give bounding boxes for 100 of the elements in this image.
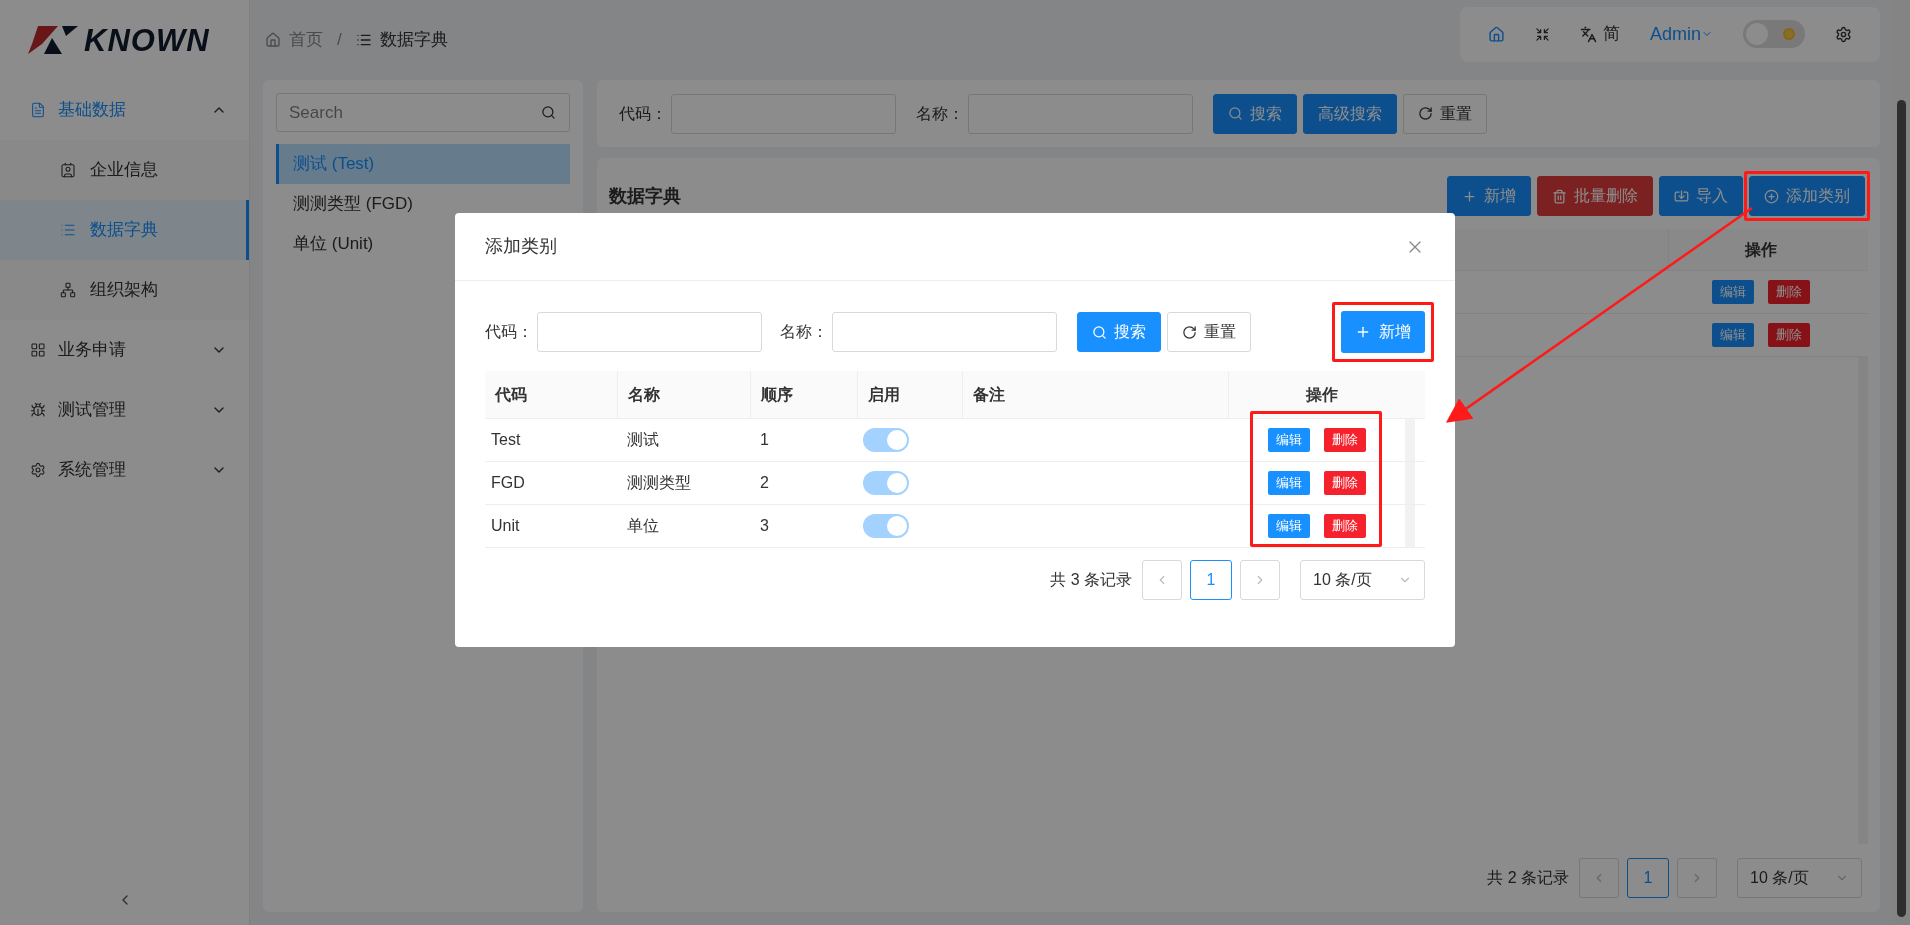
tree-item[interactable]: 测试 (Test) [276,144,570,184]
edit-button[interactable]: 编辑 [1711,323,1754,347]
enable-switch[interactable] [863,471,909,495]
breadcrumb-item[interactable]: 首页 [265,27,323,53]
page-button[interactable]: 1 [1627,858,1669,898]
panel-title: 数据字典 [609,184,681,208]
action-button[interactable]: 导入 [1659,176,1743,216]
input-field[interactable] [537,312,762,352]
reset-icon [1418,106,1433,121]
fullscreen-button[interactable] [1534,26,1550,42]
next-page-button[interactable] [1240,560,1280,600]
menu-item[interactable]: 测试管理 [0,380,249,440]
edit-button[interactable]: 编辑 [1267,471,1310,495]
logo-mark-icon [28,26,80,54]
table-cell-text: Unit [490,516,521,536]
search-field[interactable]: Search [276,93,570,132]
action-button[interactable]: 批量删除 [1537,176,1653,216]
prev-page-button[interactable] [1142,560,1182,600]
search-button[interactable]: 搜索 [1077,312,1161,352]
column-header: 名称 [617,371,750,418]
reset-icon [1182,324,1197,340]
plus-icon [1462,188,1477,204]
user-menu[interactable]: Admin [1649,20,1713,48]
document-icon [30,102,46,118]
breadcrumb-item: 数据字典 [355,27,448,53]
delete-button[interactable]: 删除 [1323,514,1366,538]
delete-button[interactable]: 删除 [1767,323,1810,347]
column-header: 操作 [1668,229,1853,270]
edit-button[interactable]: 编辑 [1267,514,1310,538]
home-button[interactable] [1487,25,1505,43]
home-icon [1487,25,1505,43]
page-size-select[interactable]: 10 条/页 [1737,858,1862,898]
action-button[interactable]: 添加类别 [1749,176,1865,216]
sun-icon [1781,26,1797,42]
theme-switch[interactable] [1743,20,1805,48]
id-card-icon [60,162,76,178]
menu-item[interactable]: 业务申请 [0,320,249,380]
edit-button[interactable]: 编辑 [1711,280,1754,304]
edit-button[interactable]: 编辑 [1267,428,1310,452]
plus-circle-icon [1764,188,1779,204]
delete-button[interactable]: 删除 [1323,471,1366,495]
search-icon [541,105,556,120]
delete-button[interactable]: 删除 [1323,428,1366,452]
search-icon [1092,324,1107,340]
total-count: 共 2 条记录 [1487,868,1569,888]
network-icon [60,282,76,298]
plus-icon [1355,324,1371,340]
field-label: 名称： [780,322,828,342]
grid-icon [30,342,46,358]
table-cell-text: Test [490,430,522,450]
dialog-title: 添加类别 [485,235,557,258]
page-size-select[interactable]: 10 条/页 [1300,560,1425,600]
field-label: 代码： [619,103,667,124]
shrink-icon [1534,26,1550,42]
submenu-item[interactable]: 组织架构 [0,260,249,320]
input-field[interactable] [832,312,1057,352]
home-icon [265,32,281,48]
delete-button[interactable]: 删除 [1767,280,1810,304]
list-icon [355,32,372,48]
prev-page-button[interactable] [1579,858,1619,898]
next-page-button[interactable] [1677,858,1717,898]
reset-button[interactable]: 重置 [1403,93,1487,134]
import-icon [1674,188,1689,204]
trash-icon [1552,188,1567,204]
table-cell-text: 3 [759,516,770,536]
column-header: 备注 [962,371,1228,418]
menu-item[interactable]: 系统管理 [0,440,249,500]
table-cell-text: 单位 [626,516,660,536]
field-label: 代码： [485,322,533,342]
table-cell-text: 1 [759,430,770,450]
table-cell-text: FGD [490,473,526,493]
settings-button[interactable] [1835,25,1852,43]
enable-switch[interactable] [863,514,909,538]
field-label: 名称： [916,103,964,124]
bug-icon [30,402,46,418]
tree-item[interactable]: 测测类型 (FGD) [276,184,570,224]
column-header: 代码 [493,384,528,405]
table-cell-text: 测测类型 [626,473,692,493]
page-button[interactable]: 1 [1190,560,1232,600]
column-header: 顺序 [750,371,857,418]
table-cell-text: 测试 [626,430,660,450]
submenu-item[interactable]: 数据字典 [0,200,249,260]
enable-switch[interactable] [863,428,909,452]
table-cell-text: 2 [759,473,770,493]
menu-item[interactable]: 基础数据 [0,80,249,140]
action-button[interactable]: 高级搜索 [1303,93,1397,134]
add-button[interactable]: 新增 [1341,311,1425,353]
settings-icon [30,462,46,478]
action-button[interactable]: 新增 [1447,176,1531,216]
translate-icon [1579,25,1597,43]
settings-icon [1835,25,1852,43]
logo-text: KNOWN [84,24,210,56]
language-button[interactable]: 简 [1579,21,1620,47]
submenu-item[interactable]: 企业信息 [0,140,249,200]
search-button[interactable]: 搜索 [1213,93,1297,134]
search-icon [1228,106,1243,121]
column-header: 启用 [857,371,962,418]
reset-button[interactable]: 重置 [1167,312,1251,352]
list-icon [60,222,76,238]
total-count: 共 3 条记录 [1050,570,1132,590]
